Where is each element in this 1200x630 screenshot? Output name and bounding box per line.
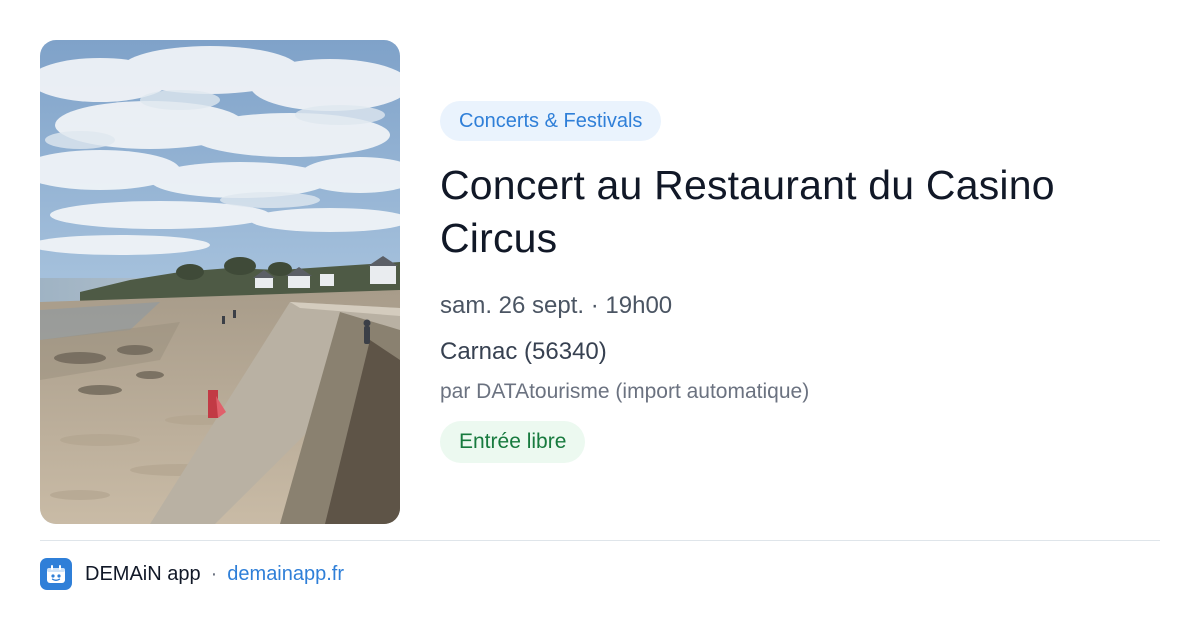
category-chip[interactable]: Concerts & Festivals (440, 101, 662, 141)
event-location: Carnac (56340) (440, 338, 607, 365)
app-name: DEMAiN app (85, 562, 201, 585)
event-photo (40, 40, 400, 524)
event-card[interactable]: Concerts & Festivals Concert au Restaura… (0, 0, 1200, 630)
event-info: Concerts & Festivals Concert au Restaura… (440, 101, 1160, 463)
event-title: Concert au Restaurant du Casino Circus (440, 162, 1055, 261)
footer-separator: · (210, 562, 218, 585)
event-source: par DATAtourisme (import automatique) (440, 380, 810, 403)
footer-divider (40, 540, 1160, 541)
price-chip: Entrée libre (440, 421, 586, 463)
footer: DEMAiN app · demainapp.fr (40, 558, 344, 590)
demain-logo-icon (40, 558, 72, 590)
event-date: sam. 26 sept. · 19h00 (440, 292, 673, 319)
app-url-link[interactable]: demainapp.fr (227, 563, 344, 586)
